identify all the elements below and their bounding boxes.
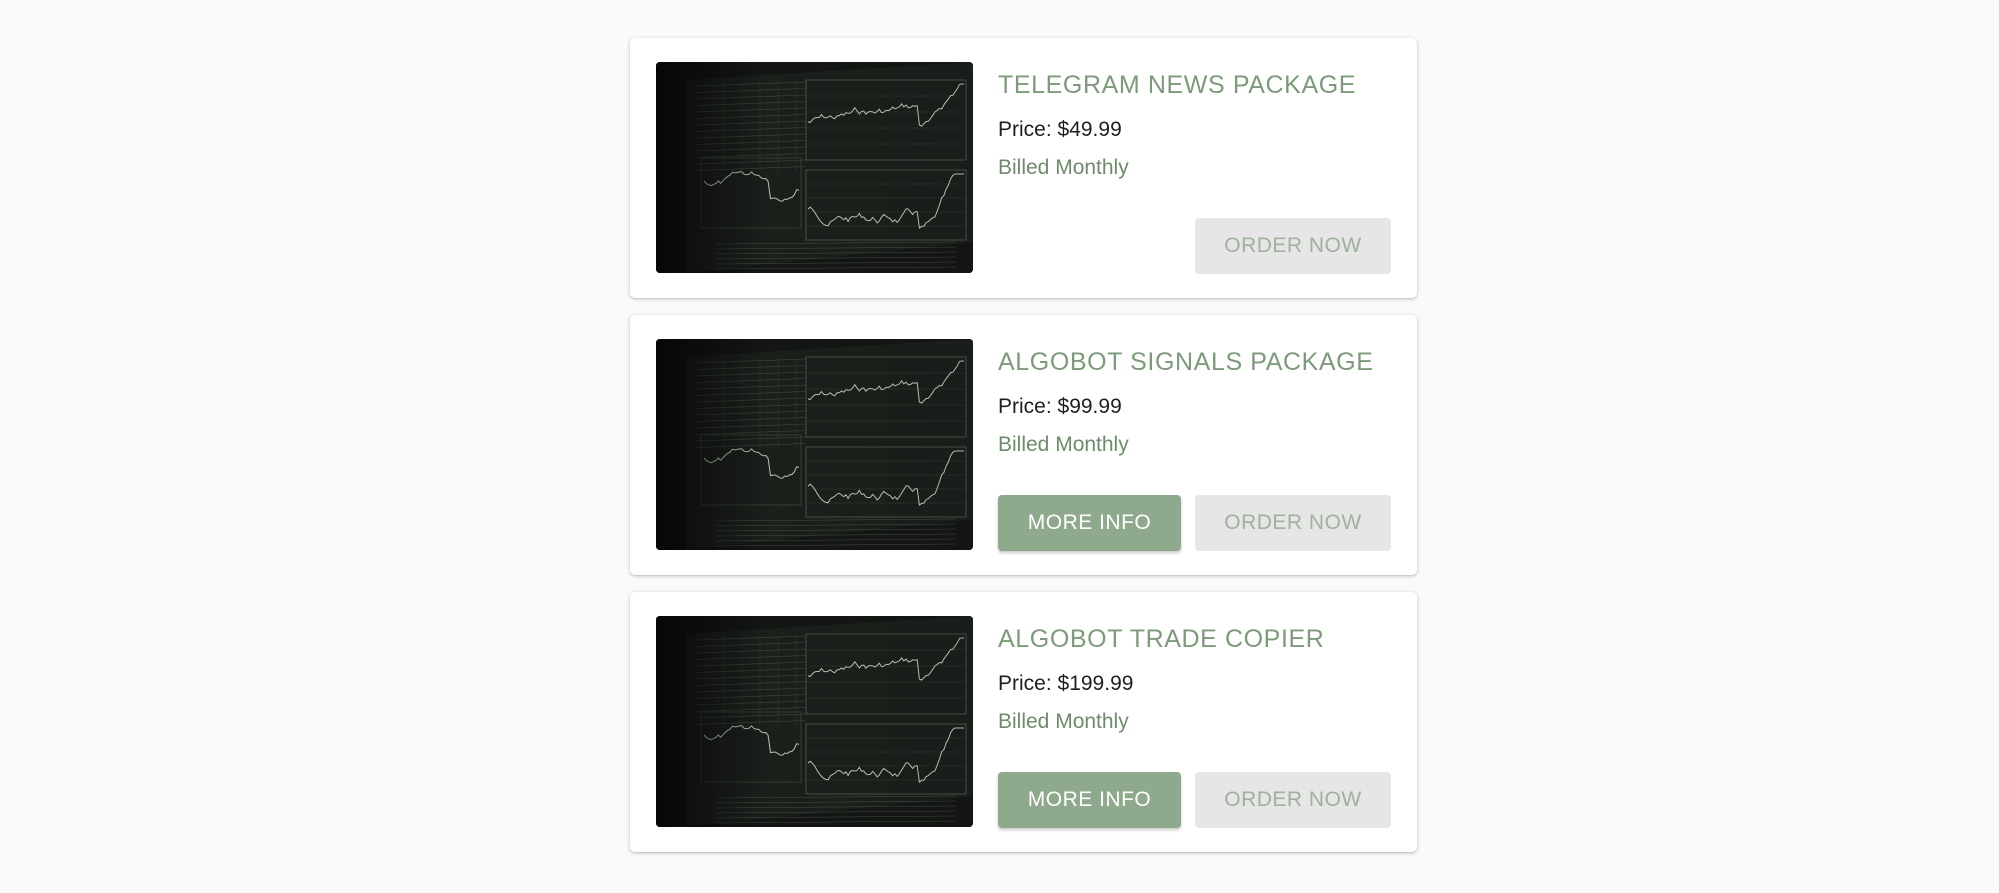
package-title: ALGOBOT TRADE COPIER [998, 625, 1325, 653]
package-billing: Billed Monthly [998, 156, 1129, 179]
order-now-button[interactable]: ORDER NOW [1195, 218, 1391, 274]
trading-chart-image [656, 62, 973, 273]
package-info: TELEGRAM NEWS PACKAGE Price: $49.99 Bill… [998, 62, 1391, 274]
more-info-button[interactable]: MORE INFO [998, 495, 1181, 551]
package-info: ALGOBOT SIGNALS PACKAGE Price: $99.99 Bi… [998, 339, 1391, 551]
package-price: Price: $99.99 [998, 395, 1122, 418]
package-billing: Billed Monthly [998, 710, 1129, 733]
package-price: Price: $199.99 [998, 672, 1134, 695]
card-actions: MORE INFO ORDER NOW [998, 495, 1391, 551]
order-now-button[interactable]: ORDER NOW [1195, 772, 1391, 828]
trading-chart-image [656, 339, 973, 550]
package-title: TELEGRAM NEWS PACKAGE [998, 71, 1357, 99]
package-info: ALGOBOT TRADE COPIER Price: $199.99 Bill… [998, 616, 1391, 828]
package-list: TELEGRAM NEWS PACKAGE Price: $49.99 Bill… [630, 38, 1417, 869]
package-card-telegram-news: TELEGRAM NEWS PACKAGE Price: $49.99 Bill… [630, 38, 1417, 298]
trading-chart-image [656, 616, 973, 827]
more-info-button[interactable]: MORE INFO [998, 772, 1181, 828]
package-title: ALGOBOT SIGNALS PACKAGE [998, 348, 1374, 376]
package-card-algobot-trade-copier: ALGOBOT TRADE COPIER Price: $199.99 Bill… [630, 592, 1417, 852]
card-actions: ORDER NOW [1195, 218, 1391, 274]
package-price: Price: $49.99 [998, 118, 1122, 141]
order-now-button[interactable]: ORDER NOW [1195, 495, 1391, 551]
package-billing: Billed Monthly [998, 433, 1129, 456]
card-actions: MORE INFO ORDER NOW [998, 772, 1391, 828]
package-card-algobot-signals: ALGOBOT SIGNALS PACKAGE Price: $99.99 Bi… [630, 315, 1417, 575]
